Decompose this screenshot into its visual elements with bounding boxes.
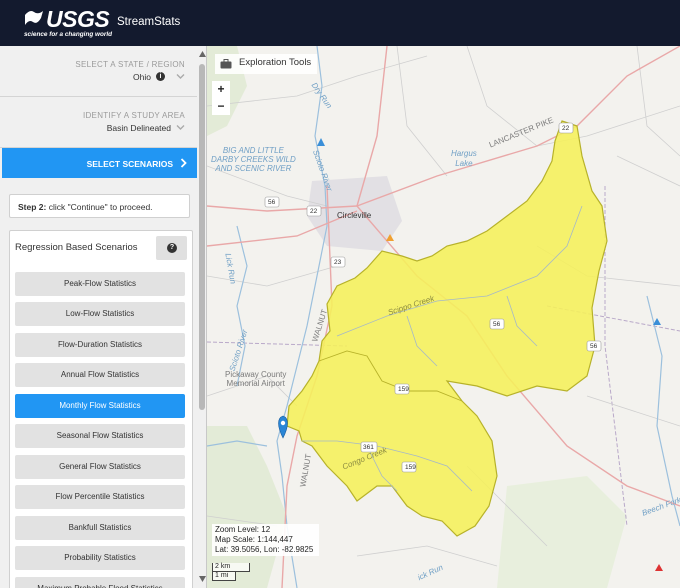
route-22-label: 22 [310,208,318,215]
route-56e-label: 56 [590,343,598,350]
exploration-tools-button[interactable]: Exploration Tools [215,54,318,74]
zoom-out-button[interactable]: − [212,98,230,115]
study-area-step[interactable]: IDENTIFY A STUDY AREA Basin Delineated [0,97,197,148]
step-instruction-prefix: Step 2: [18,202,47,212]
state-step[interactable]: SELECT A STATE / REGION i Ohio [0,46,197,97]
flow-percentile-statistics-button[interactable]: Flow Percentile Statistics [15,485,185,509]
pour-point-marker-icon[interactable] [278,415,288,439]
app-header: USGS science for a changing world Stream… [0,0,680,46]
state-step-label: SELECT A STATE / REGION [75,60,185,69]
usgs-wave-icon [25,11,43,25]
usgs-logo[interactable]: USGS science for a changing world [24,6,112,39]
state-step-value: Ohio [133,72,151,82]
usgs-logo-text: USGS [46,6,110,32]
county-boundary [604,186,628,527]
stream-gauge-icon[interactable] [317,138,325,146]
map-label-hargus-lake: Hargus Lake [451,149,477,168]
route-23-label: 23 [334,259,342,266]
map-info-box: Zoom Level: 12 Map Scale: 1:144,447 Lat:… [212,524,319,556]
peak-flow-statistics-button[interactable]: Peak-Flow Statistics [15,272,185,296]
route-22e-label: 22 [562,125,570,132]
study-area-step-label: IDENTIFY A STUDY AREA [82,111,185,120]
seasonal-flow-statistics-button[interactable]: Seasonal Flow Statistics [15,424,185,448]
usgs-tagline: science for a changing world [24,31,113,38]
map-label-darby-creeks: BIG AND LITTLE DARBY CREEKS WILD AND SCE… [211,146,296,173]
app-title: StreamStats [117,16,181,28]
route-56b-label: 56 [493,321,501,328]
study-area-step-value: Basin Delineated [106,123,171,133]
scale-bar: 2 km 1 mi [212,563,252,581]
zoom-control: + − [212,81,230,115]
wooded-area [497,476,627,588]
route-361-label: 361 [363,444,374,451]
chevron-down-icon[interactable] [176,123,185,132]
bankfull-statistics-button[interactable]: Bankfull Statistics [15,516,185,540]
sidebar: SELECT A STATE / REGION i Ohio IDENTIFY … [0,46,207,588]
regression-panel-title: Regression Based Scenarios [15,242,138,253]
scroll-up-icon[interactable] [199,51,206,57]
zoom-in-button[interactable]: + [212,81,230,98]
lat-lon-readout: Lat: 39.5056, Lon: -82.9825 [215,545,314,554]
monthly-flow-statistics-button[interactable]: Monthly Flow Statistics [15,394,185,418]
stream-gauge-icon[interactable] [653,318,661,325]
step-instruction: Step 2: click "Continue" to proceed. [9,194,190,218]
select-scenarios-label: SELECT SCENARIOS [86,159,173,169]
chevron-right-icon [180,158,187,168]
info-icon[interactable]: i [156,72,165,81]
briefcase-icon [220,59,232,69]
maximum-probable-flood-statistics-button[interactable]: Maximum Probable Flood Statistics [15,577,185,588]
sidebar-scrollbar[interactable] [198,46,206,588]
stream-gauge-icon[interactable] [655,564,663,571]
scale-mi: 1 mi [212,572,236,581]
step-instruction-text: click "Continue" to proceed. [46,202,153,212]
map-canvas[interactable] [207,46,680,588]
scale-km: 2 km [212,563,250,572]
route-159w-label: 159 [405,464,416,471]
regression-scenarios-panel: Regression Based Scenarios ? Peak-Flow S… [9,230,193,588]
route-159-label: 159 [398,386,409,393]
route-56-label: 56 [268,199,276,206]
general-flow-statistics-button[interactable]: General Flow Statistics [15,455,185,479]
exploration-tools-label: Exploration Tools [239,57,312,68]
scroll-thumb[interactable] [199,64,205,410]
flow-duration-statistics-button[interactable]: Flow-Duration Statistics [15,333,185,357]
question-icon: ? [167,243,177,253]
help-button[interactable]: ? [156,236,187,260]
map-label-pickaway-airport: Pickaway County Memorial Airport [225,370,287,388]
annual-flow-statistics-button[interactable]: Annual Flow Statistics [15,363,185,387]
probability-statistics-button[interactable]: Probability Statistics [15,546,185,570]
map-scale-readout: Map Scale: 1:144,447 [215,535,293,544]
select-scenarios-step[interactable]: SELECT SCENARIOS [2,148,197,178]
low-flow-statistics-button[interactable]: Low-Flow Statistics [15,302,185,326]
map-label-circleville: Circleville [337,211,372,220]
map-view[interactable]: Dry Run Scioto River BIG AND LITTLE DARB… [207,46,680,588]
scroll-down-icon[interactable] [199,576,206,582]
chevron-down-icon[interactable] [176,72,185,81]
zoom-level-readout: Zoom Level: 12 [215,525,271,534]
